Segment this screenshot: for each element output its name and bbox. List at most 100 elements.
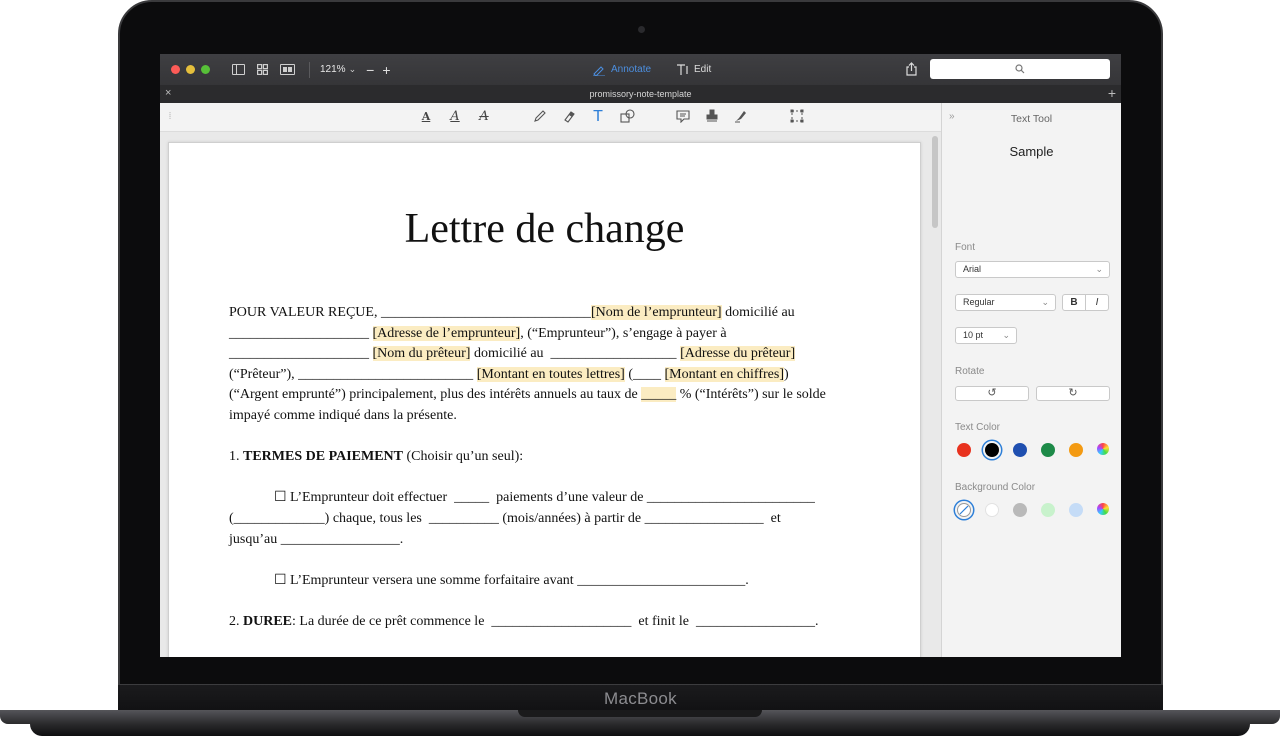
paragraph-line: ____________________ [Adresse de l’empru… (229, 324, 879, 345)
search-input[interactable] (930, 59, 1110, 79)
annotate-label: Annotate (611, 64, 652, 75)
text-segment: domicilié au (721, 305, 795, 320)
edit-mode-button[interactable]: Edit (676, 54, 711, 85)
font-sample: Sample (1009, 144, 1054, 159)
text-custom-color-swatch[interactable] (1097, 443, 1109, 455)
background-color-swatch[interactable] (1069, 503, 1083, 517)
paragraph-line: POUR VALEUR REÇUE, _____________________… (229, 303, 879, 324)
option-1-line-2: (_____________) chaque, tous les _______… (229, 510, 781, 526)
toolbar-divider (309, 61, 310, 78)
annotate-mode-button[interactable]: Annotate (592, 54, 651, 85)
thumbnails-grid-icon[interactable] (257, 64, 269, 76)
laptop-notch (518, 710, 762, 717)
form-placeholder[interactable]: [Montant en chiffres] (664, 366, 784, 382)
text-segment: domicilié au __________________ (470, 346, 681, 362)
vertical-scrollbar[interactable] (932, 136, 938, 228)
bold-button[interactable]: B (1062, 294, 1086, 311)
zoom-in-button[interactable]: + (382, 63, 390, 77)
option-1-line-1[interactable]: ☐ L’Emprunteur doit effectuer _____ paie… (229, 488, 879, 509)
pen-icon (593, 65, 605, 76)
document-page[interactable]: Lettre de change POUR VALEUR REÇUE, ____… (168, 142, 921, 657)
option-1-line-3: jusqu’au _________________. (229, 531, 404, 547)
text-tool-panel: » Text Tool Sample Font Arial ⌄ Regular ⌄ … (941, 103, 1121, 657)
font-label: Font (955, 242, 976, 253)
note-icon[interactable] (675, 109, 691, 125)
selection-icon[interactable] (789, 109, 805, 125)
text-color-label: Text Color (955, 422, 1001, 433)
app-window: 121% ⌄ − + Annotate Edit × promissory-no… (160, 54, 1121, 657)
page-view-icon[interactable] (280, 64, 295, 75)
background-custom-color-swatch[interactable] (1097, 503, 1109, 515)
title-bar: 121% ⌄ − + Annotate Edit (160, 54, 1121, 85)
form-placeholder[interactable]: _____ (641, 387, 677, 403)
close-tab-icon[interactable]: × (165, 87, 171, 99)
italic-button[interactable]: I (1085, 294, 1109, 311)
minimize-window-button[interactable] (186, 65, 195, 74)
background-no-color-swatch[interactable] (957, 503, 971, 517)
share-icon[interactable] (905, 62, 919, 76)
text-color-swatch[interactable] (1041, 443, 1055, 457)
text-segment: impayé comme indiqué dans la présente. (229, 407, 457, 423)
signature-icon[interactable] (733, 109, 749, 125)
search-icon (1015, 64, 1025, 74)
close-window-button[interactable] (171, 65, 180, 74)
edit-label: Edit (694, 64, 712, 75)
paragraph-lines: POUR VALEUR REÇUE, _____________________… (229, 303, 879, 427)
text-segment: , (“Emprunteur”), s’engage à payer à (520, 325, 727, 341)
text-segment: ____________________ (229, 346, 373, 362)
window-controls (171, 65, 210, 74)
rotate-right-button[interactable]: ↻ (1036, 386, 1110, 401)
chevron-down-icon[interactable]: ⌄ (349, 64, 357, 75)
sidebar-toggle-icon[interactable] (232, 64, 245, 75)
document-name: promissory-note-template (589, 89, 692, 99)
form-placeholder[interactable]: [Adresse du prêteur] (680, 346, 796, 362)
zoom-out-button[interactable]: − (366, 63, 374, 77)
zoom-window-button[interactable] (201, 65, 210, 74)
text-box-icon[interactable]: A (418, 109, 434, 125)
rotate-label: Rotate (955, 366, 985, 377)
paragraph-line: (“Prêteur”), _________________________ [… (229, 365, 879, 386)
shapes-icon[interactable] (619, 109, 635, 125)
paragraph-line: ____________________ [Nom du prêteur] do… (229, 344, 879, 365)
text-tool-icon[interactable]: T (590, 109, 606, 125)
document-body: POUR VALEUR REÇUE, _____________________… (229, 303, 879, 633)
form-placeholder[interactable]: [Nom du prêteur] (372, 346, 471, 362)
font-size-select[interactable]: 10 pt ⌄ (955, 327, 1017, 344)
eraser-icon[interactable] (561, 109, 577, 125)
text-underline-icon[interactable]: A (447, 109, 463, 125)
background-color-swatch[interactable] (1041, 503, 1055, 517)
text-segment: POUR VALEUR REÇUE, _____________________… (229, 305, 591, 320)
document-tab[interactable]: × promissory-note-template + (160, 85, 1121, 103)
form-placeholder[interactable]: [Montant en toutes lettres] (476, 366, 625, 382)
font-family-select[interactable]: Arial ⌄ (955, 261, 1110, 278)
pencil-icon[interactable] (532, 109, 548, 125)
text-color-swatch[interactable] (985, 443, 999, 457)
annotation-toolbar: ⁞ A A A T (160, 103, 941, 132)
section-1-heading: 1. TERMES DE PAIEMENT (Choisir qu’un seu… (229, 449, 524, 465)
rotate-left-button[interactable]: ↺ (955, 386, 1029, 401)
chevron-down-icon: ⌄ (1002, 330, 1010, 340)
background-color-swatch[interactable] (1013, 503, 1027, 517)
text-color-swatch[interactable] (1013, 443, 1027, 457)
zoom-level[interactable]: 121% (320, 64, 346, 75)
text-segment: ____________________ (229, 325, 373, 341)
font-style-select[interactable]: Regular ⌄ (955, 294, 1056, 311)
text-segment: % (“Intérêts”) sur le solde (676, 387, 826, 403)
add-tab-icon[interactable]: + (1108, 85, 1116, 101)
text-segment: (“Argent emprunté”) principalement, plus… (229, 387, 642, 403)
background-color-label: Background Color (955, 482, 1036, 493)
text-segment: (“Prêteur”), _________________________ (229, 366, 477, 382)
laptop-base: MacBook (0, 684, 1280, 736)
chevron-down-icon: ⌄ (1095, 264, 1103, 274)
background-color-swatch[interactable] (985, 503, 999, 517)
panel-title: Text Tool (1010, 113, 1053, 125)
option-2-line[interactable]: ☐ L’Emprunteur versera une somme forfait… (229, 571, 879, 592)
stamp-icon[interactable] (704, 109, 720, 125)
form-placeholder[interactable]: [Nom de l’emprunteur] (590, 305, 722, 320)
document-title: Lettre de change (404, 206, 685, 252)
form-placeholder[interactable]: [Adresse de l’emprunteur] (372, 325, 521, 341)
document-view[interactable]: Lettre de change POUR VALEUR REÇUE, ____… (160, 132, 941, 657)
text-color-swatch[interactable] (1069, 443, 1083, 457)
text-strikethrough-icon[interactable]: A (476, 109, 492, 125)
text-color-swatch[interactable] (957, 443, 971, 457)
